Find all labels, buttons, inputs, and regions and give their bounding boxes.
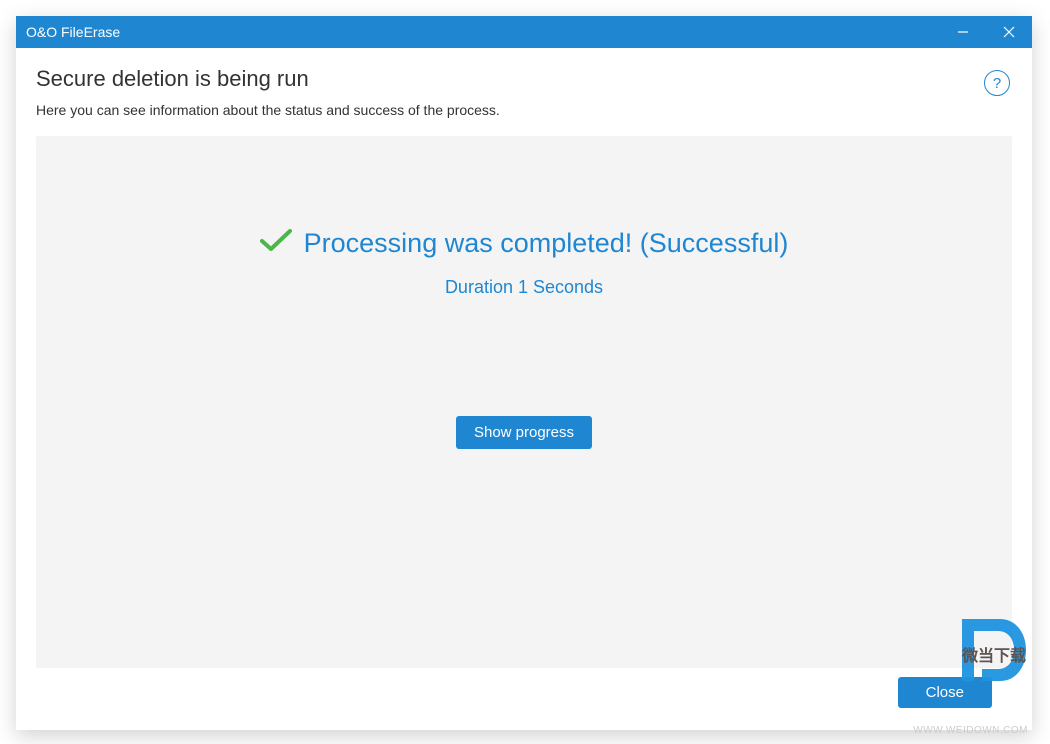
header-text: Secure deletion is being run Here you ca… bbox=[36, 66, 500, 136]
minimize-button[interactable] bbox=[940, 16, 986, 48]
checkmark-icon bbox=[260, 229, 292, 258]
show-progress-button[interactable]: Show progress bbox=[456, 416, 592, 449]
close-icon bbox=[1003, 26, 1015, 38]
page-subtitle: Here you can see information about the s… bbox=[36, 102, 500, 118]
window-controls bbox=[940, 16, 1032, 48]
bottom-bar: Close bbox=[36, 668, 1012, 716]
titlebar: O&O FileErase bbox=[16, 16, 1032, 48]
duration-text: Duration 1 Seconds bbox=[445, 277, 603, 298]
success-row: Processing was completed! (Successful) bbox=[260, 228, 789, 259]
close-window-button[interactable] bbox=[986, 16, 1032, 48]
page-title: Secure deletion is being run bbox=[36, 66, 500, 92]
window-title: O&O FileErase bbox=[26, 24, 120, 40]
close-button[interactable]: Close bbox=[898, 677, 992, 708]
help-icon: ? bbox=[993, 75, 1001, 92]
status-panel: Processing was completed! (Successful) D… bbox=[36, 136, 1012, 668]
success-message: Processing was completed! (Successful) bbox=[304, 228, 789, 259]
app-window: O&O FileErase Secure deletion is being r… bbox=[16, 16, 1032, 730]
minimize-icon bbox=[957, 26, 969, 38]
content-area: Secure deletion is being run Here you ca… bbox=[16, 48, 1032, 730]
help-button[interactable]: ? bbox=[984, 70, 1010, 96]
header-row: Secure deletion is being run Here you ca… bbox=[36, 66, 1012, 136]
